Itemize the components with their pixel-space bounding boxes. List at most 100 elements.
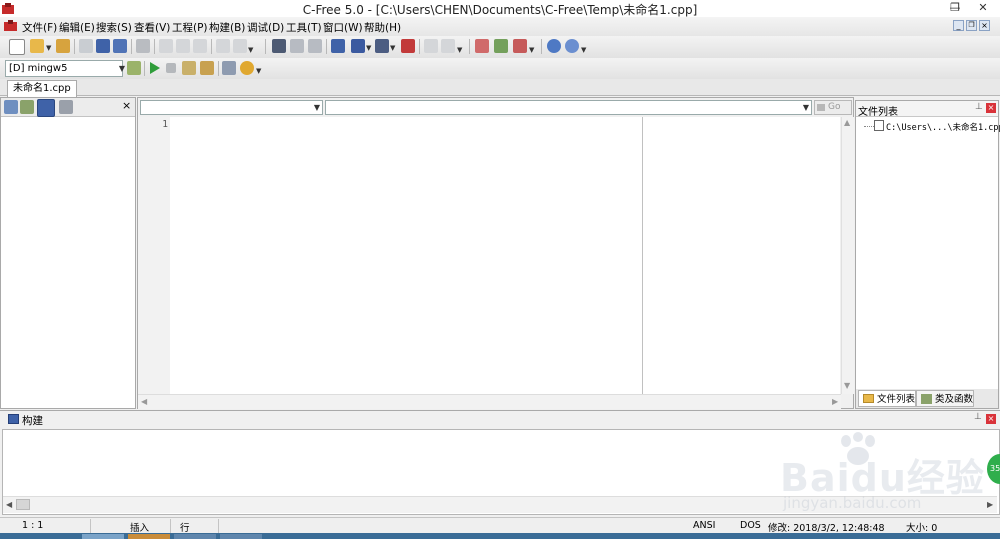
chevron-down-icon[interactable]: ▼ — [529, 46, 534, 54]
cut-icon[interactable] — [159, 39, 173, 53]
run-icon[interactable] — [149, 62, 160, 74]
help-icon[interactable] — [547, 39, 561, 53]
scroll-thumb[interactable] — [16, 499, 30, 510]
taskbar — [0, 533, 1000, 539]
mdi-minimize-button[interactable]: _ — [953, 20, 964, 31]
print-icon[interactable] — [136, 39, 150, 53]
edit-icon[interactable] — [351, 39, 365, 53]
scroll-right-icon[interactable]: ▶ — [832, 397, 838, 406]
build-icon[interactable] — [182, 61, 196, 75]
chevron-down-icon[interactable]: ▼ — [46, 44, 51, 52]
chevron-down-icon[interactable]: ▼ — [117, 60, 127, 77]
function-select[interactable]: ▼ — [325, 100, 812, 115]
restore-button[interactable]: ❐ — [941, 0, 969, 16]
scroll-left-icon[interactable]: ◀ — [141, 397, 147, 406]
window-title: C-Free 5.0 - [C:\Users\CHEN\Documents\C-… — [302, 3, 698, 17]
menu-build[interactable]: 构建(B) — [209, 20, 245, 35]
new-file-icon[interactable] — [9, 39, 25, 55]
scroll-down-icon[interactable]: ▼ — [844, 381, 850, 390]
indent-icon[interactable] — [401, 39, 415, 53]
breakpoint-icon[interactable] — [240, 61, 254, 75]
toolbar-divider — [419, 39, 420, 54]
close-icon[interactable]: × — [122, 99, 131, 112]
line-label: 行 — [180, 523, 190, 534]
tab-class-functions[interactable]: 类及函数 — [916, 390, 974, 407]
redo-icon[interactable] — [233, 39, 247, 53]
horizontal-scrollbar[interactable]: ◀ ▶ — [3, 496, 997, 513]
mdi-close-button[interactable]: × — [979, 20, 990, 31]
open-folder-icon[interactable] — [30, 39, 44, 53]
save-icon[interactable] — [96, 39, 110, 53]
scroll-right-icon[interactable]: ▶ — [987, 500, 993, 509]
file-node[interactable]: C:\Users\...\未命名1.cpp — [886, 121, 1000, 133]
tab-file-list[interactable]: 文件列表 — [858, 390, 916, 407]
line-number-gutter — [138, 117, 170, 394]
toolbar-divider — [131, 39, 132, 54]
menu-edit[interactable]: 编辑(E) — [59, 20, 95, 35]
compiler-settings-icon[interactable] — [127, 61, 141, 75]
open-project-icon[interactable] — [56, 39, 70, 53]
menu-tools[interactable]: 工具(T) — [286, 20, 322, 35]
copy-icon[interactable] — [176, 39, 190, 53]
taskbar-item[interactable] — [174, 534, 216, 539]
sort-icon[interactable] — [4, 100, 18, 114]
build-output[interactable]: ◀ ▶ — [2, 429, 1000, 515]
menu-project[interactable]: 工程(P) — [172, 20, 208, 35]
tab-document[interactable]: 未命名1.cpp — [7, 80, 77, 97]
debug-icon[interactable] — [222, 61, 236, 75]
undo-icon[interactable] — [216, 39, 230, 53]
left-panel-toolbar: × — [1, 98, 135, 117]
chevron-down-icon[interactable]: ▼ — [457, 46, 462, 54]
file-view-icon[interactable] — [37, 99, 55, 117]
taskbar-item[interactable] — [82, 534, 124, 539]
close-windows-icon[interactable] — [513, 39, 527, 53]
info-icon[interactable] — [565, 39, 579, 53]
scroll-up-icon[interactable]: ▲ — [844, 118, 850, 127]
chevron-down-icon[interactable]: ▼ — [390, 44, 395, 52]
class-view-icon[interactable] — [20, 100, 34, 114]
compiler-select[interactable]: [D] mingw5 — [5, 60, 123, 77]
horizontal-scrollbar[interactable]: ◀ ▶ — [138, 394, 841, 409]
save-all-icon[interactable] — [113, 39, 127, 53]
vertical-scrollbar[interactable]: ▲ ▼ — [841, 117, 854, 394]
menu-debug[interactable]: 调试(D) — [247, 20, 284, 35]
tree-line — [864, 126, 874, 127]
replace-icon[interactable] — [308, 39, 322, 53]
menu-help[interactable]: 帮助(H) — [364, 20, 401, 35]
class-select[interactable]: ▼ — [140, 100, 323, 115]
bookmark-icon[interactable] — [375, 39, 389, 53]
nav-forward-icon[interactable] — [441, 39, 455, 53]
pin-icon[interactable]: ⊥ — [975, 102, 983, 112]
nav-back-icon[interactable] — [424, 39, 438, 53]
mdi-restore-button[interactable]: ❐ — [966, 20, 977, 31]
menu-view[interactable]: 查看(V) — [134, 20, 170, 35]
find-in-files-icon[interactable] — [290, 39, 304, 53]
chevron-down-icon[interactable]: ▼ — [366, 44, 371, 52]
menu-search[interactable]: 搜索(S) — [96, 20, 132, 35]
properties-icon[interactable] — [59, 100, 73, 114]
pin-icon[interactable]: ⊥ — [974, 412, 982, 422]
chevron-down-icon[interactable]: ▼ — [256, 67, 261, 75]
goto-icon[interactable] — [331, 39, 345, 53]
chevron-down-icon[interactable]: ▼ — [581, 46, 586, 54]
close-file-icon[interactable] — [79, 39, 93, 53]
toolbar-divider — [469, 39, 470, 54]
scroll-left-icon[interactable]: ◀ — [6, 500, 12, 509]
menu-file[interactable]: 文件(F) — [22, 20, 57, 35]
chevron-down-icon[interactable]: ▼ — [248, 46, 253, 54]
close-window-button[interactable]: ✕ — [969, 0, 997, 16]
cascade-windows-icon[interactable] — [494, 39, 508, 53]
code-editor[interactable] — [170, 117, 840, 394]
tile-windows-icon[interactable] — [475, 39, 489, 53]
go-button[interactable]: Go — [814, 100, 852, 115]
taskbar-item[interactable] — [128, 534, 170, 539]
close-icon[interactable]: × — [986, 103, 996, 113]
menu-window[interactable]: 窗口(W) — [323, 20, 363, 35]
stop-icon[interactable] — [166, 63, 176, 73]
rebuild-icon[interactable] — [200, 61, 214, 75]
taskbar-item[interactable] — [220, 534, 262, 539]
document-menu-icon[interactable] — [4, 20, 18, 32]
paste-icon[interactable] — [193, 39, 207, 53]
find-icon[interactable] — [272, 39, 286, 53]
close-icon[interactable]: × — [986, 414, 996, 424]
